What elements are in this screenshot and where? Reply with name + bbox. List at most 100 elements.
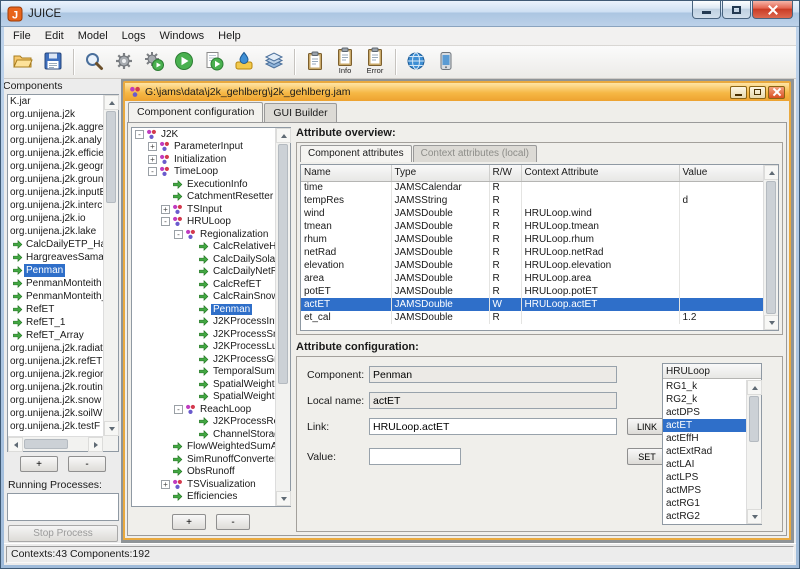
model-3d-button[interactable] bbox=[259, 47, 289, 77]
attr-table-column-header[interactable]: Context Attribute bbox=[521, 165, 679, 181]
scroll-down-button[interactable] bbox=[747, 509, 762, 524]
tree-node[interactable]: J2KProcessReachRo bbox=[132, 416, 275, 429]
local-name-field[interactable] bbox=[369, 392, 617, 409]
context-list-item[interactable]: actRG1 bbox=[663, 497, 746, 510]
scroll-down-button[interactable] bbox=[764, 315, 779, 330]
tree-node[interactable]: J2KProcessIntercep bbox=[132, 316, 275, 329]
component-list-item[interactable]: org.unijena.j2k.snow bbox=[8, 394, 103, 407]
tree-remove-button[interactable]: - bbox=[216, 514, 250, 530]
run-settings-button[interactable] bbox=[139, 47, 169, 77]
attr-table-column-header[interactable]: Value bbox=[679, 165, 774, 181]
run-model-button[interactable] bbox=[169, 47, 199, 77]
scroll-down-button[interactable] bbox=[276, 491, 291, 506]
table-vscrollbar[interactable] bbox=[763, 165, 778, 330]
scroll-up-button[interactable] bbox=[747, 380, 762, 395]
tree-node[interactable]: -TimeLoop bbox=[132, 166, 275, 179]
scroll-up-button[interactable] bbox=[276, 128, 291, 143]
link-field[interactable] bbox=[369, 418, 617, 435]
title-bar[interactable]: J JUICE bbox=[1, 1, 799, 27]
close-button[interactable] bbox=[752, 1, 793, 19]
menu-help[interactable]: Help bbox=[211, 28, 248, 44]
tree-node[interactable]: CalcRefET bbox=[132, 278, 275, 291]
tree-node[interactable]: -ReachLoop bbox=[132, 403, 275, 416]
scroll-left-button[interactable] bbox=[8, 437, 23, 452]
component-list-item[interactable]: org.unijena.j2k.lake bbox=[8, 225, 103, 238]
component-list-item[interactable]: K.jar bbox=[8, 95, 103, 108]
tree-node[interactable]: -HRULoop bbox=[132, 216, 275, 229]
running-processes-list[interactable] bbox=[7, 493, 119, 521]
tree-node[interactable]: FlowWeightedSumAggre bbox=[132, 441, 275, 454]
component-list-item[interactable]: org.unijena.j2k.io bbox=[8, 212, 103, 225]
context-list-item[interactable]: actEffH bbox=[663, 432, 746, 445]
tab-gui-builder[interactable]: GUI Builder bbox=[264, 103, 336, 122]
context-list-item[interactable]: actRsc0 bbox=[663, 523, 746, 524]
attr-table-row[interactable]: actET JAMSDouble W HRULoop.actET bbox=[301, 298, 774, 311]
tree-node[interactable]: +Initialization bbox=[132, 153, 275, 166]
tree-toggle-icon[interactable]: + bbox=[161, 205, 170, 214]
tree-toggle-icon[interactable]: + bbox=[148, 155, 157, 164]
search-button[interactable] bbox=[79, 47, 109, 77]
tree-node[interactable]: J2KProcessGroundw bbox=[132, 353, 275, 366]
attr-table-column-header[interactable]: R/W bbox=[489, 165, 521, 181]
menu-edit[interactable]: Edit bbox=[38, 28, 71, 44]
context-list-item[interactable]: actLPS bbox=[663, 471, 746, 484]
component-list-item[interactable]: org.unijena.j2k.regior bbox=[8, 368, 103, 381]
doc-close-button[interactable] bbox=[768, 86, 785, 99]
tree-node[interactable]: +ParameterInput bbox=[132, 141, 275, 154]
tree-node[interactable]: -J2K bbox=[132, 128, 275, 141]
component-list-item[interactable]: org.unijena.j2k bbox=[8, 108, 103, 121]
component-list-item[interactable]: RefET_1 bbox=[8, 316, 103, 329]
component-list-item[interactable]: org.unijena.j2k.aggre bbox=[8, 121, 103, 134]
model-settings-button[interactable] bbox=[109, 47, 139, 77]
attr-table-row[interactable]: rhum JAMSDouble R HRULoop.rhum bbox=[301, 233, 774, 246]
tree-node[interactable]: J2KProcessLumpedS bbox=[132, 341, 275, 354]
component-list-item[interactable]: org.unijena.j2k.interc bbox=[8, 199, 103, 212]
component-list-item[interactable]: org.unijena.j2k.groun bbox=[8, 173, 103, 186]
stop-process-button[interactable]: Stop Process bbox=[8, 525, 118, 542]
clipboard-button[interactable] bbox=[300, 47, 330, 77]
error-log-button[interactable]: Error bbox=[360, 47, 390, 77]
tree-node[interactable]: CatchmentResetter bbox=[132, 191, 275, 204]
component-list-item[interactable]: org.unijena.j2k.inputE bbox=[8, 186, 103, 199]
attr-table-row[interactable]: et_cal JAMSDouble R 1.2 bbox=[301, 311, 774, 324]
vscroll-thumb[interactable] bbox=[106, 111, 116, 203]
attr-table-row[interactable]: time JAMSCalendar R bbox=[301, 181, 774, 194]
attr-table-row[interactable]: wind JAMSDouble R HRULoop.wind bbox=[301, 207, 774, 220]
tree-toggle-icon[interactable]: - bbox=[174, 230, 183, 239]
tree-toggle-icon[interactable]: - bbox=[174, 405, 183, 414]
component-list-item[interactable]: RefET_Array bbox=[8, 329, 103, 342]
tree-add-button[interactable]: + bbox=[172, 514, 206, 530]
component-list-item[interactable]: PenmanMonteith_ bbox=[8, 290, 103, 303]
tree-toggle-icon[interactable]: - bbox=[148, 167, 157, 176]
tree-node[interactable]: +TSInput bbox=[132, 203, 275, 216]
tree-toggle-icon[interactable]: + bbox=[148, 142, 157, 151]
components-list-vscrollbar[interactable] bbox=[103, 95, 118, 436]
tree-node[interactable]: Efficiencies bbox=[132, 491, 275, 504]
component-add-button[interactable]: + bbox=[20, 456, 58, 472]
component-list-item[interactable]: org.unijena.j2k.testF bbox=[8, 420, 103, 433]
set-button[interactable]: SET bbox=[627, 448, 667, 465]
doc-maximize-button[interactable] bbox=[749, 86, 766, 99]
tree-node[interactable]: ObsRunoff bbox=[132, 466, 275, 479]
web-button[interactable] bbox=[401, 47, 431, 77]
tree-node[interactable]: CalcDailyNetRadiatio bbox=[132, 266, 275, 279]
context-list-item[interactable]: actLAI bbox=[663, 458, 746, 471]
scroll-down-button[interactable] bbox=[104, 421, 119, 436]
component-list-item[interactable]: org.unijena.j2k.efficie bbox=[8, 147, 103, 160]
tree-toggle-icon[interactable]: - bbox=[161, 217, 170, 226]
attr-table-row[interactable]: tmean JAMSDouble R HRULoop.tmean bbox=[301, 220, 774, 233]
menu-windows[interactable]: Windows bbox=[153, 28, 212, 44]
component-list-item[interactable]: CalcDailyETP_Hau bbox=[8, 238, 103, 251]
attr-table-row[interactable]: potET JAMSDouble R HRULoop.potET bbox=[301, 285, 774, 298]
context-list-item[interactable]: actRG2 bbox=[663, 510, 746, 523]
components-list-hscrollbar[interactable] bbox=[8, 436, 103, 451]
tree-node[interactable]: ChannelStorageAgg bbox=[132, 428, 275, 441]
tab-component-attributes[interactable]: Component attributes bbox=[300, 145, 412, 162]
context-list-item[interactable]: actMPS bbox=[663, 484, 746, 497]
tree-node[interactable]: CalcRelativeHumidit bbox=[132, 241, 275, 254]
document-title-bar[interactable]: G:\jams\data\j2k_gehlberg\j2k_gehlberg.j… bbox=[125, 83, 789, 101]
tree-node[interactable]: SimRunoffConverter bbox=[132, 453, 275, 466]
vscroll-thumb[interactable] bbox=[749, 396, 759, 442]
attr-table-row[interactable]: elevation JAMSDouble R HRULoop.elevation bbox=[301, 259, 774, 272]
attr-table-row[interactable]: tempRes JAMSString R d bbox=[301, 194, 774, 207]
